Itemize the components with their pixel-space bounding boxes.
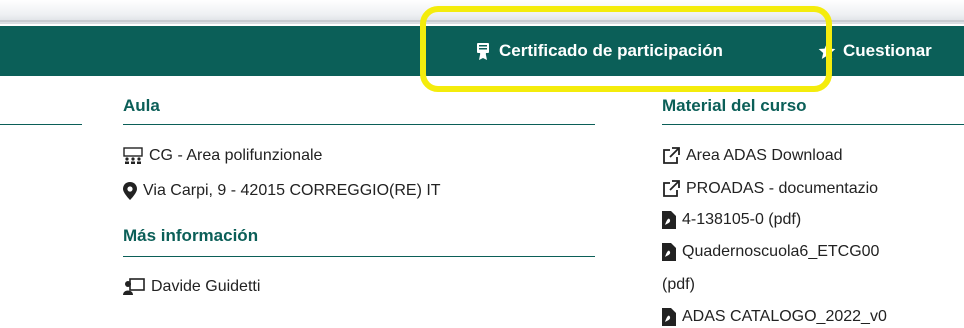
material-item-label: 4-138105-0 (pdf) xyxy=(682,211,802,228)
more-info-heading: Más información xyxy=(123,226,259,245)
aula-rule xyxy=(123,124,595,125)
material-item-label: (pdf) xyxy=(662,276,695,293)
top-divider xyxy=(0,20,964,22)
classroom-icon xyxy=(123,147,143,164)
teacher-icon xyxy=(123,278,145,295)
material-rule xyxy=(662,124,964,125)
pdf-file-icon xyxy=(662,243,676,261)
aula-location: CG - Area polifunzionale xyxy=(149,147,323,164)
more-info-rule xyxy=(123,256,595,257)
external-link-icon xyxy=(663,147,680,164)
material-heading: Material del curso xyxy=(662,96,807,115)
aula-location-row: CG - Area polifunzionale xyxy=(123,145,322,167)
external-link-icon xyxy=(663,180,680,197)
material-item-continuation[interactable]: (pdf) xyxy=(662,274,695,296)
material-item-label: ADAS CATALOGO_2022_v0 xyxy=(682,308,887,325)
material-item-label: Area ADAS Download xyxy=(686,147,843,164)
material-item-label: Quadernoscuola6_ETCG00 xyxy=(682,243,880,260)
material-item-label: PROADAS - documentazio xyxy=(686,180,879,197)
map-marker-icon xyxy=(123,182,137,200)
contact-name: Davide Guidetti xyxy=(151,278,261,295)
aula-address: Via Carpi, 9 - 42015 CORREGGIO(RE) IT xyxy=(143,182,441,199)
certificate-link[interactable]: Certificado de participación xyxy=(474,37,723,65)
contact-row: Davide Guidetti xyxy=(123,276,260,298)
left-column-rule xyxy=(0,124,82,125)
material-item[interactable]: 4-138105-0 (pdf) xyxy=(662,209,801,231)
star-icon xyxy=(818,43,836,59)
material-item[interactable]: Area ADAS Download xyxy=(662,145,843,167)
questionnaire-label: Cuestionar xyxy=(843,41,932,60)
material-item[interactable]: Quadernoscuola6_ETCG00 xyxy=(662,241,879,263)
aula-heading: Aula xyxy=(123,96,160,115)
certificate-icon xyxy=(477,43,489,60)
aula-address-row: Via Carpi, 9 - 42015 CORREGGIO(RE) IT xyxy=(123,180,441,202)
certificate-label: Certificado de participación xyxy=(499,41,723,60)
pdf-file-icon xyxy=(662,308,676,326)
questionnaire-link[interactable]: Cuestionar xyxy=(818,37,932,65)
material-item[interactable]: ADAS CATALOGO_2022_v0 xyxy=(662,306,887,328)
material-item[interactable]: PROADAS - documentazio xyxy=(662,178,878,200)
pdf-file-icon xyxy=(662,211,676,229)
